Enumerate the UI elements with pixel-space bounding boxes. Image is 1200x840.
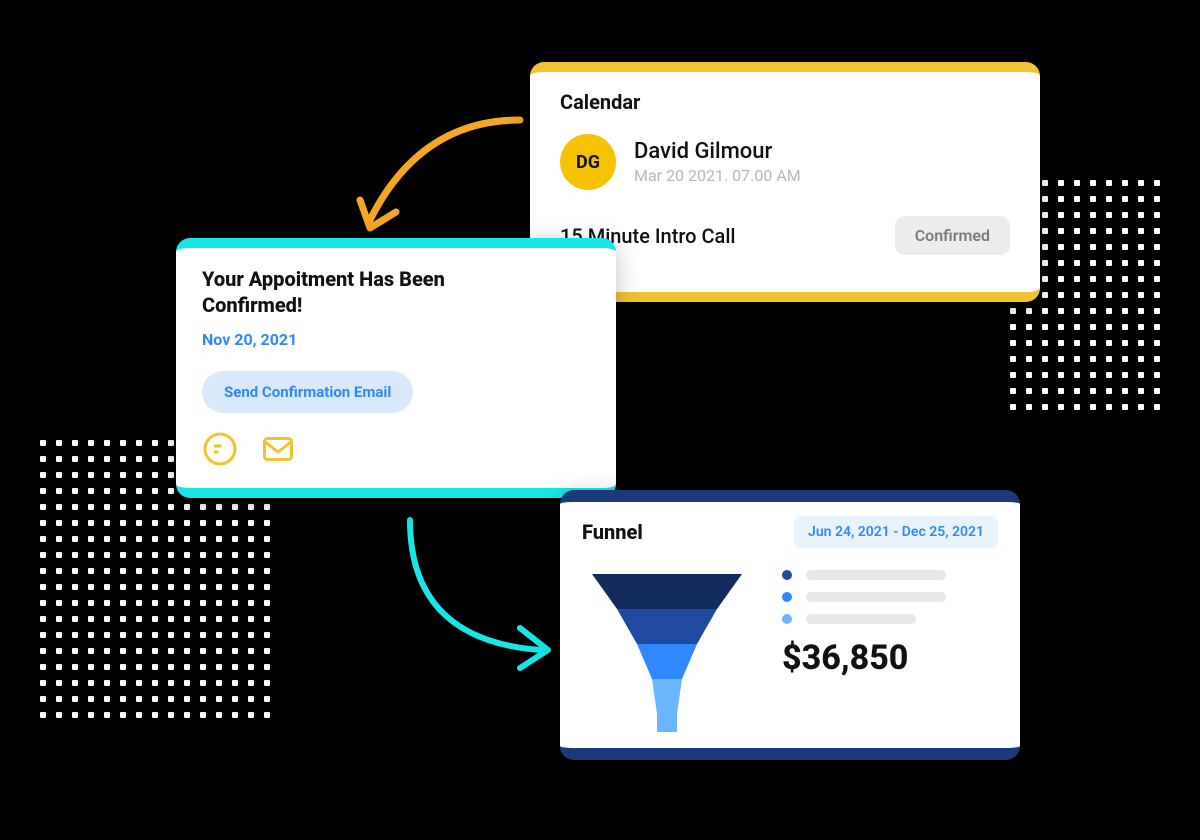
legend-dot-icon	[782, 592, 792, 602]
legend-item	[782, 614, 998, 624]
calendar-person-row: DG David Gilmour Mar 20 2021. 07.00 AM	[560, 134, 1010, 190]
appointment-time: Mar 20 2021. 07.00 AM	[634, 166, 801, 185]
appointment-title: Your Appoitment Has Been Confirmed!	[202, 266, 542, 318]
person-name: David Gilmour	[634, 139, 801, 164]
date-range-selector[interactable]: Jun 24, 2021 - Dec 25, 2021	[794, 516, 998, 548]
funnel-header: Funnel Jun 24, 2021 - Dec 25, 2021	[582, 516, 998, 548]
legend-bar	[806, 614, 916, 624]
funnel-card: Funnel Jun 24, 2021 - Dec 25, 2021 $3	[560, 490, 1020, 760]
appointment-date: Nov 20, 2021	[202, 330, 590, 349]
status-badge: Confirmed	[895, 216, 1010, 255]
calendar-detail-row: 15 Minute Intro Call Confirmed	[560, 216, 1010, 255]
avatar: DG	[560, 134, 616, 190]
appointment-card: Your Appoitment Has Been Confirmed! Nov …	[176, 238, 616, 498]
calendar-title: Calendar	[560, 90, 1010, 114]
action-icon-row	[202, 431, 590, 467]
legend-item	[782, 592, 998, 602]
send-confirmation-email-button[interactable]: Send Confirmation Email	[202, 371, 413, 413]
legend-bar	[806, 570, 946, 580]
legend-bar	[806, 592, 946, 602]
funnel-chart-icon	[582, 564, 752, 734]
funnel-title: Funnel	[582, 520, 643, 544]
chat-icon[interactable]	[202, 431, 238, 467]
legend-dot-icon	[782, 570, 792, 580]
funnel-legend: $36,850	[782, 564, 998, 678]
curved-arrow-icon	[380, 500, 580, 680]
curved-arrow-icon	[340, 100, 540, 260]
email-icon[interactable]	[260, 431, 296, 467]
legend-item	[782, 570, 998, 580]
legend-dot-icon	[782, 614, 792, 624]
funnel-total-value: $36,850	[782, 638, 998, 678]
